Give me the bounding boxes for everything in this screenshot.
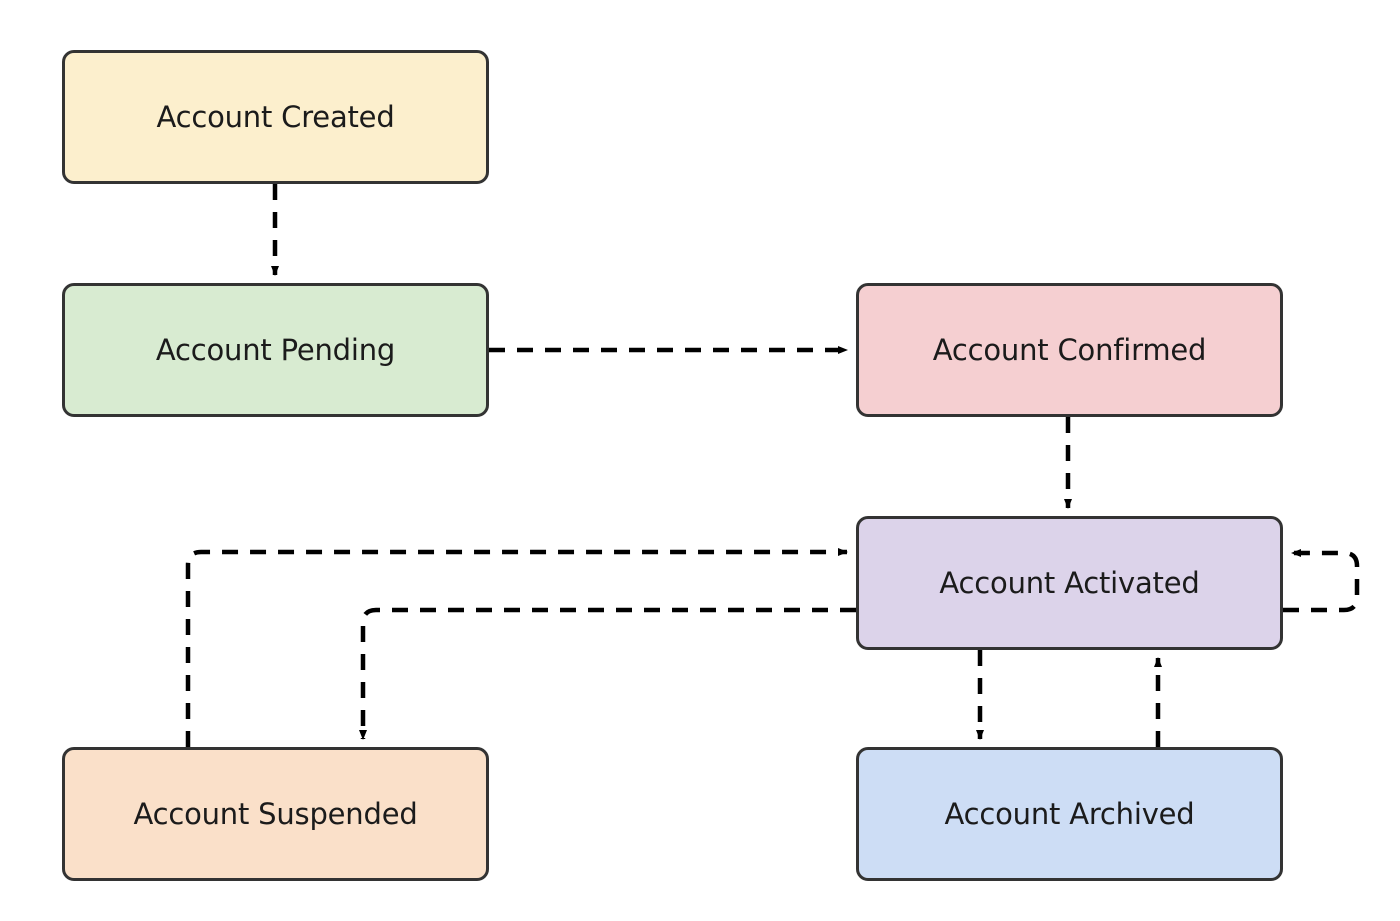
edge-activated-self-loop bbox=[1283, 549, 1360, 613]
node-account-archived[interactable]: Account Archived bbox=[856, 747, 1283, 881]
state-diagram-canvas: Account Created Account Pending Account … bbox=[0, 0, 1400, 921]
node-account-suspended[interactable]: Account Suspended bbox=[62, 747, 489, 881]
node-label-account-activated: Account Activated bbox=[939, 566, 1200, 600]
node-label-account-archived: Account Archived bbox=[944, 797, 1195, 831]
node-label-account-confirmed: Account Confirmed bbox=[932, 333, 1207, 367]
node-account-activated[interactable]: Account Activated bbox=[856, 516, 1283, 650]
edge-activated-to-suspended bbox=[359, 607, 856, 740]
node-account-pending[interactable]: Account Pending bbox=[62, 283, 489, 417]
node-account-created[interactable]: Account Created bbox=[62, 50, 489, 184]
node-label-account-created: Account Created bbox=[156, 100, 395, 134]
node-label-account-suspended: Account Suspended bbox=[133, 797, 418, 831]
node-label-account-pending: Account Pending bbox=[155, 333, 396, 367]
edge-suspended-to-activated bbox=[185, 548, 848, 747]
node-account-confirmed[interactable]: Account Confirmed bbox=[856, 283, 1283, 417]
